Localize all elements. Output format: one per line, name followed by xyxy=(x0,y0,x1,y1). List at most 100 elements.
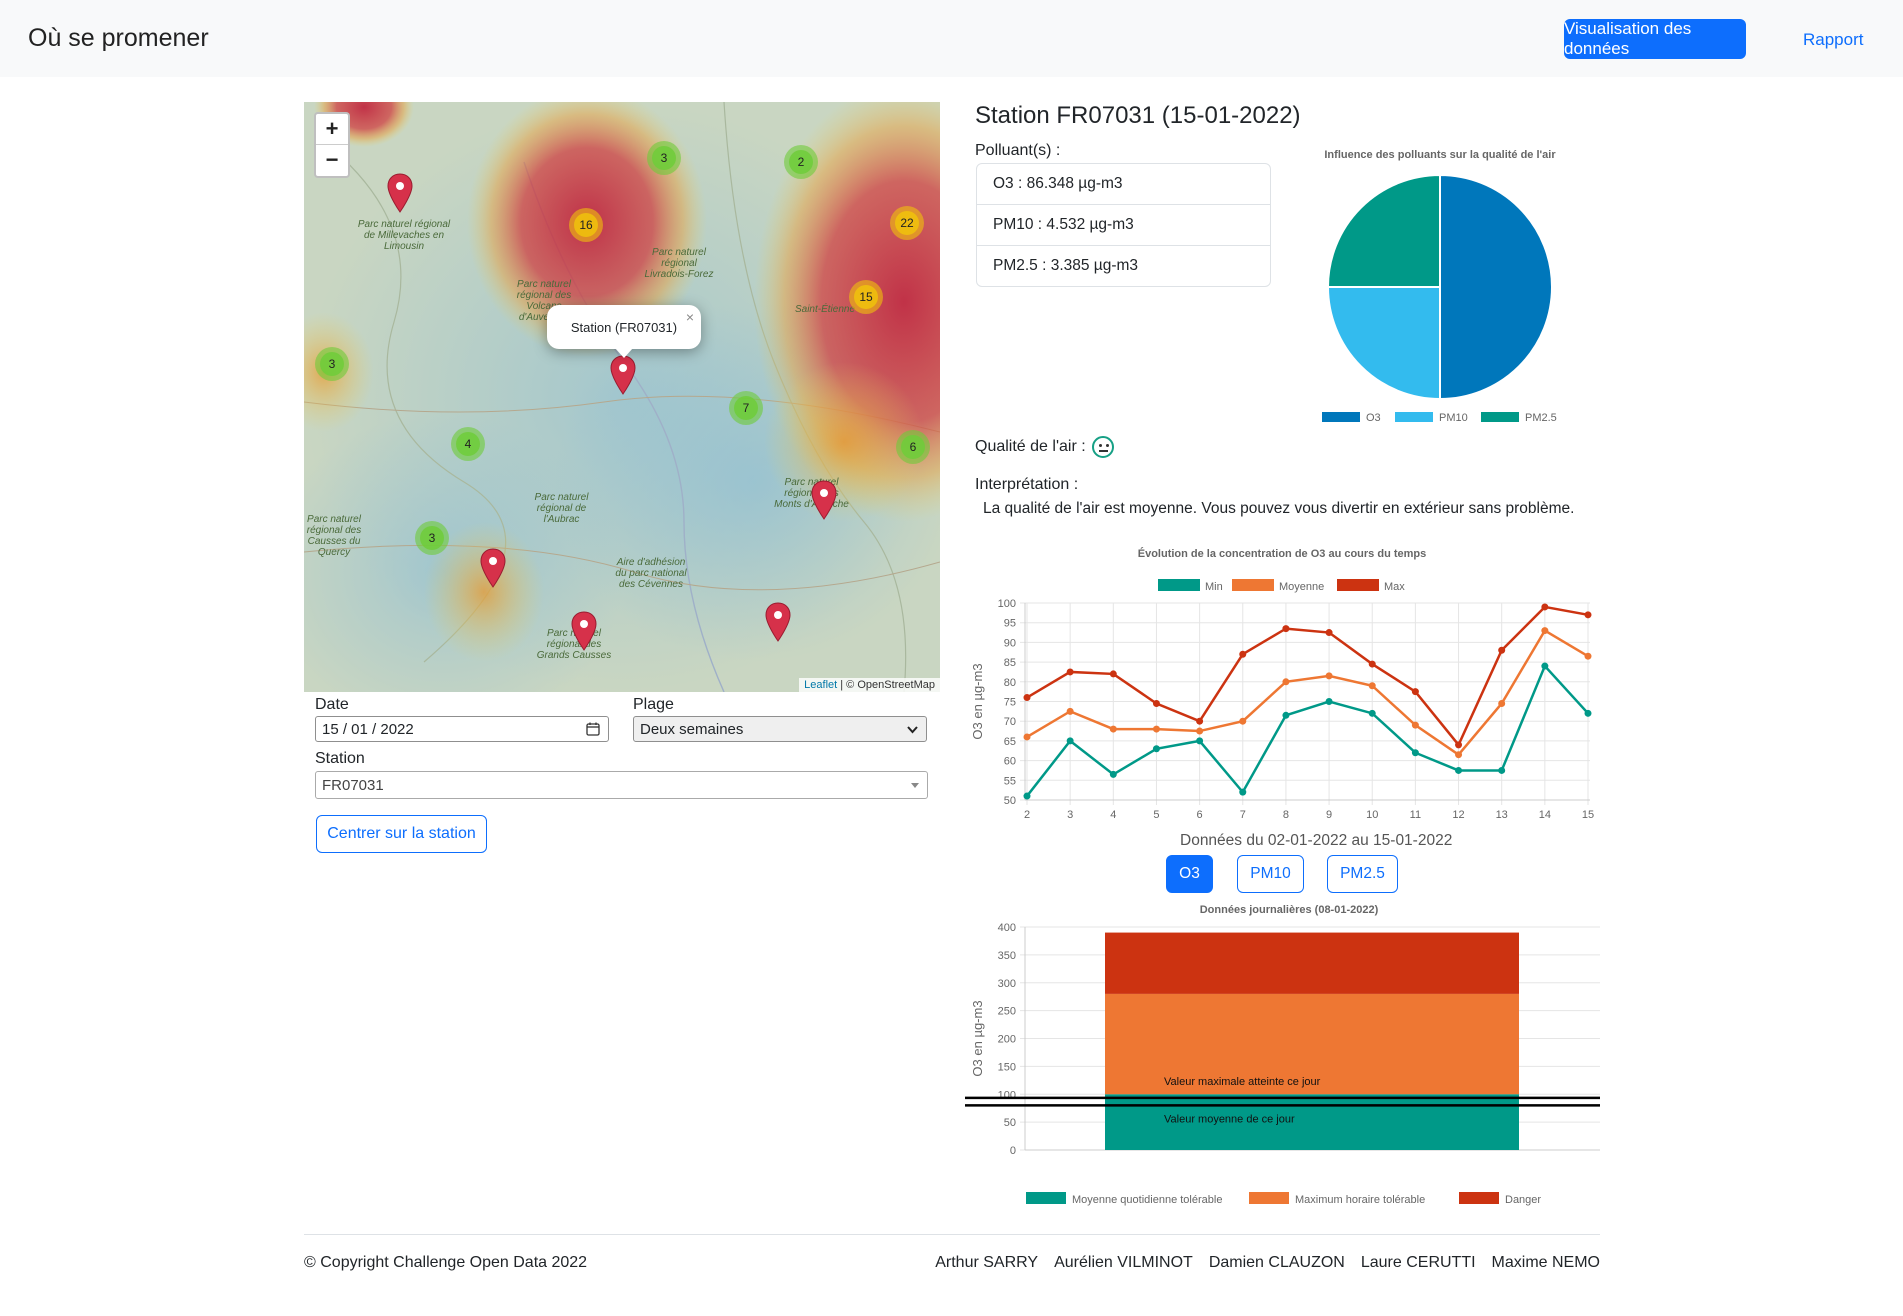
data-point xyxy=(1152,699,1160,707)
station-marker-icon[interactable] xyxy=(387,173,413,213)
map-label: Parc naturel régional de l'Aubrac xyxy=(534,492,589,525)
legend-swatch xyxy=(1249,1192,1289,1204)
calendar-icon[interactable] xyxy=(586,722,600,736)
station-select[interactable]: FR07031 xyxy=(315,771,928,799)
y-tick-label: 50 xyxy=(1004,1117,1016,1129)
station-marker-icon[interactable] xyxy=(765,602,791,642)
y-tick-label: 100 xyxy=(998,1089,1016,1101)
map-label: Parc naturel régional Livradois-Forez xyxy=(644,247,714,280)
pollutant-item: PM2.5 : 3.385 µg-m3 xyxy=(993,257,1139,274)
station-marker-icon[interactable] xyxy=(571,611,597,651)
map-label: Parc naturel régional de Millevaches en … xyxy=(357,219,451,252)
map-attribution: Leaflet | © OpenStreetMap xyxy=(799,678,940,692)
leaflet-link[interactable]: Leaflet xyxy=(804,679,837,691)
data-point xyxy=(1109,770,1117,778)
data-point xyxy=(1196,737,1204,745)
station-marker-icon[interactable] xyxy=(811,480,837,520)
chart-title: Évolution de la concentration de O3 au c… xyxy=(1138,547,1427,560)
legend-swatch xyxy=(1395,412,1433,422)
data-visualization-button[interactable]: Visualisation des données xyxy=(1564,19,1746,59)
interpretation-text: La qualité de l'air est moyenne. Vous po… xyxy=(983,500,1575,517)
neutral-face-icon xyxy=(1091,436,1114,458)
y-tick-label: 80 xyxy=(1004,677,1016,689)
pollutant-button-pm10[interactable]: PM10 xyxy=(1237,855,1304,893)
chart-title: Données journalières (08-01-2022) xyxy=(1200,904,1379,916)
x-tick-label: 4 xyxy=(1110,809,1116,821)
zoom-out-button[interactable]: − xyxy=(316,145,348,175)
legend-swatch xyxy=(1337,579,1379,591)
pollutant-pie-chart: Influence des polluants sur la qualité d… xyxy=(1322,149,1557,424)
station-title: Station FR07031 (15-01-2022) xyxy=(975,102,1301,129)
legend-label: PM10 xyxy=(1439,412,1468,424)
marker-cluster[interactable]: 7 xyxy=(729,391,763,425)
o3-evolution-line-chart: Évolution de la concentration de O3 au c… xyxy=(970,547,1594,821)
marker-cluster[interactable]: 22 xyxy=(890,206,924,240)
data-point xyxy=(1066,737,1074,745)
date-label: Date xyxy=(315,696,349,713)
marker-cluster[interactable]: 3 xyxy=(415,521,449,555)
y-tick-label: 55 xyxy=(1004,775,1016,787)
x-tick-label: 6 xyxy=(1197,809,1203,821)
legend-label: PM2.5 xyxy=(1525,412,1557,424)
legend-label: Moyenne quotidienne tolérable xyxy=(1072,1194,1222,1206)
data-point xyxy=(1541,662,1549,670)
data-point xyxy=(1282,678,1290,686)
osm-attribution[interactable]: | © OpenStreetMap xyxy=(840,679,935,691)
date-input[interactable]: 15 / 01 / 2022 xyxy=(315,716,609,742)
data-point xyxy=(1152,725,1160,733)
popup-close-icon[interactable]: × xyxy=(686,309,694,325)
zoom-in-button[interactable]: + xyxy=(316,114,348,145)
author: Maxime NEMO xyxy=(1491,1254,1600,1271)
marker-cluster[interactable]: 15 xyxy=(849,280,883,314)
data-point xyxy=(1584,611,1592,619)
data-point xyxy=(1498,699,1506,707)
data-point xyxy=(1152,745,1160,753)
pollutant-button-pm25[interactable]: PM2.5 xyxy=(1327,855,1398,893)
station-marker-icon[interactable] xyxy=(480,548,506,588)
data-point xyxy=(1498,646,1506,654)
date-range-text: Données du 02-01-2022 au 15-01-2022 xyxy=(1180,832,1453,849)
marker-cluster[interactable]: 16 xyxy=(569,208,603,242)
data-point xyxy=(1584,652,1592,660)
data-point xyxy=(1239,788,1247,796)
x-tick-label: 11 xyxy=(1410,809,1421,821)
marker-cluster[interactable]: 4 xyxy=(451,427,485,461)
brand-title[interactable]: Où se promener xyxy=(28,24,209,53)
footer-divider xyxy=(304,1234,1600,1235)
pie-slice xyxy=(1326,286,1441,401)
x-tick-label: 3 xyxy=(1067,809,1073,821)
marker-cluster[interactable]: 3 xyxy=(315,347,349,381)
y-axis-label: O3 en µg-m3 xyxy=(970,1000,985,1076)
report-link[interactable]: Rapport xyxy=(1803,30,1863,50)
x-tick-label: 14 xyxy=(1539,809,1551,821)
y-axis-label: O3 en µg-m3 xyxy=(970,663,985,739)
popup-text: Station (FR07031) xyxy=(570,319,678,335)
range-select[interactable]: Deux semaines xyxy=(633,716,927,742)
pollutant-button-o3[interactable]: O3 xyxy=(1166,855,1213,893)
x-tick-label: 15 xyxy=(1582,809,1594,821)
map-label: Saint-Étienne xyxy=(794,304,856,315)
legend-swatch xyxy=(1026,1192,1066,1204)
y-tick-label: 75 xyxy=(1004,697,1016,709)
author: Laure CERUTTI xyxy=(1360,1254,1476,1271)
y-tick-label: 50 xyxy=(1004,795,1016,807)
pie-slice xyxy=(1326,173,1441,288)
center-station-button[interactable]: Centrer sur la station xyxy=(316,815,487,853)
station-popup: Station (FR07031) × xyxy=(547,305,701,358)
y-tick-label: 95 xyxy=(1004,618,1016,630)
data-point xyxy=(1368,682,1376,690)
station-marker-icon[interactable] xyxy=(610,355,636,395)
data-point xyxy=(1066,668,1074,676)
copyright: © Copyright Challenge Open Data 2022 xyxy=(304,1254,588,1271)
marker-cluster[interactable]: 2 xyxy=(784,145,818,179)
x-tick-label: 8 xyxy=(1283,809,1289,821)
y-tick-label: 60 xyxy=(1004,756,1016,768)
pollutants-label: Polluant(s) : xyxy=(975,142,1061,159)
range-value: Deux semaines xyxy=(640,720,744,738)
marker-cluster[interactable]: 6 xyxy=(896,430,930,464)
map[interactable]: Parc naturel régional de Millevaches en … xyxy=(304,102,940,692)
y-tick-label: 0 xyxy=(1010,1145,1016,1157)
y-tick-label: 350 xyxy=(998,950,1016,962)
marker-cluster[interactable]: 3 xyxy=(647,141,681,175)
date-value: 15 / 01 / 2022 xyxy=(322,720,414,738)
